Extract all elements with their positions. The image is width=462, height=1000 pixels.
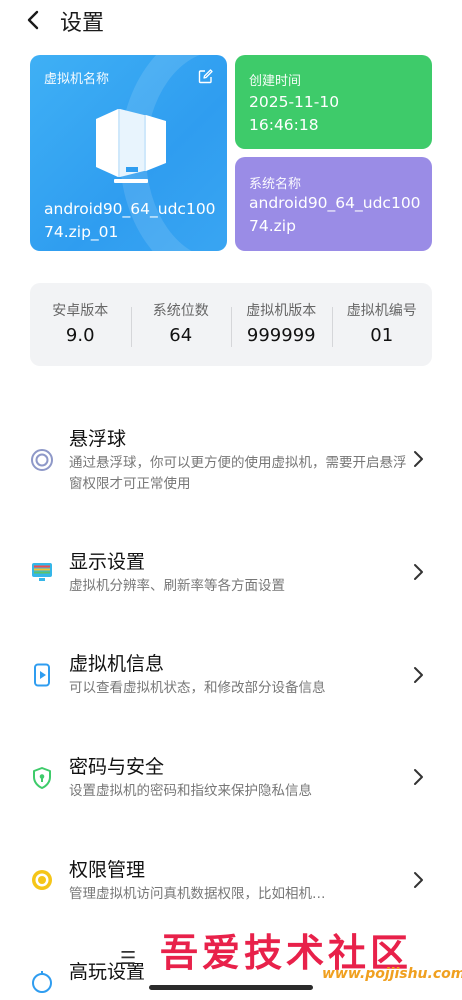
shield-icon — [33, 767, 51, 789]
stat-vm-number: 虚拟机编号 01 — [331, 301, 433, 349]
created-clock: 16:46:18 — [249, 116, 319, 134]
page-title: 设置 — [60, 11, 105, 36]
chevron-right-icon — [414, 451, 423, 467]
menu-title: 悬浮球 — [69, 428, 127, 450]
created-time-value: 2025-11-10 16:46:18 — [249, 91, 339, 137]
back-arrow-icon[interactable] — [22, 8, 44, 32]
menu-desc: 可以查看虚拟机状态，和修改部分设备信息 — [69, 680, 326, 696]
floating-ball-icon — [31, 449, 53, 471]
vm-logo-icon — [96, 109, 166, 183]
menu-desc: 虚拟机分辨率、刷新率等各方面设置 — [69, 578, 285, 594]
chevron-right-icon — [414, 667, 423, 683]
system-name-label: 系统名称 — [249, 177, 302, 192]
system-name-card: 系统名称 android90_64_udc10074.zip — [235, 157, 432, 251]
vm-stats-panel: 安卓版本 9.0 系统位数 64 虚拟机版本 999999 虚拟机编号 01 — [30, 283, 432, 366]
stat-vm-version: 虚拟机版本 999999 — [231, 301, 332, 349]
chevron-right-icon — [414, 564, 423, 580]
created-time-card: 创建时间 2025-11-10 16:46:18 — [235, 55, 432, 149]
stat-system-bits: 系统位数 64 — [130, 301, 232, 349]
floating-menu-icon[interactable]: ☰ — [120, 948, 136, 969]
menu-title: 显示设置 — [69, 551, 146, 573]
watermark-url: www.pojjishu.com — [322, 966, 462, 982]
created-date: 2025-11-10 — [249, 93, 340, 111]
watermark-logo: 吾爱技术社区 www.pojjishu.com — [160, 918, 462, 988]
chevron-right-icon — [414, 769, 423, 785]
menu-title: 密码与安全 — [69, 756, 165, 778]
menu-item-password-security[interactable]: 密码与安全 设置虚拟机的密码和指纹来保护隐私信息 — [0, 753, 462, 809]
menu-desc: 设置虚拟机的密码和指纹来保护隐私信息 — [69, 783, 312, 799]
menu-item-permission-management[interactable]: 权限管理 管理虚拟机访问真机数据权限，比如相机… — [0, 856, 462, 912]
menu-item-vm-info[interactable]: 虚拟机信息 可以查看虚拟机状态，和修改部分设备信息 — [0, 650, 462, 706]
stat-android-version: 安卓版本 9.0 — [52, 302, 109, 346]
edit-icon[interactable] — [198, 69, 213, 84]
vm-info-icon — [34, 663, 50, 687]
chevron-right-icon — [414, 872, 423, 888]
menu-item-display-settings[interactable]: 显示设置 虚拟机分辨率、刷新率等各方面设置 — [0, 548, 462, 604]
display-icon — [32, 563, 52, 581]
menu-title: 权限管理 — [69, 859, 146, 881]
home-indicator[interactable] — [149, 985, 313, 990]
vm-name-label: 虚拟机名称 — [44, 72, 110, 87]
menu-desc: 通过悬浮球，你可以更方便的使用虚拟机，需要开启悬浮窗权限才可正常使用 — [69, 455, 407, 492]
menu-title: 虚拟机信息 — [69, 653, 165, 675]
vm-name-value: android90_64_udc10074.zip_01 — [44, 200, 216, 241]
header-bar: 设置 — [0, 0, 462, 40]
vm-name-card[interactable]: 虚拟机名称 android90_64_udc10074.zip_01 — [30, 55, 227, 251]
permission-icon — [32, 870, 52, 890]
menu-desc: 管理虚拟机访问真机数据权限，比如相机… — [69, 886, 326, 902]
menu-item-floating-ball[interactable]: 悬浮球 通过悬浮球，你可以更方便的使用虚拟机，需要开启悬浮窗权限才可正常使用 — [0, 424, 462, 504]
gamepad-icon — [32, 971, 52, 993]
system-name-value: android90_64_udc10074.zip — [249, 194, 421, 235]
created-time-label: 创建时间 — [249, 74, 302, 89]
